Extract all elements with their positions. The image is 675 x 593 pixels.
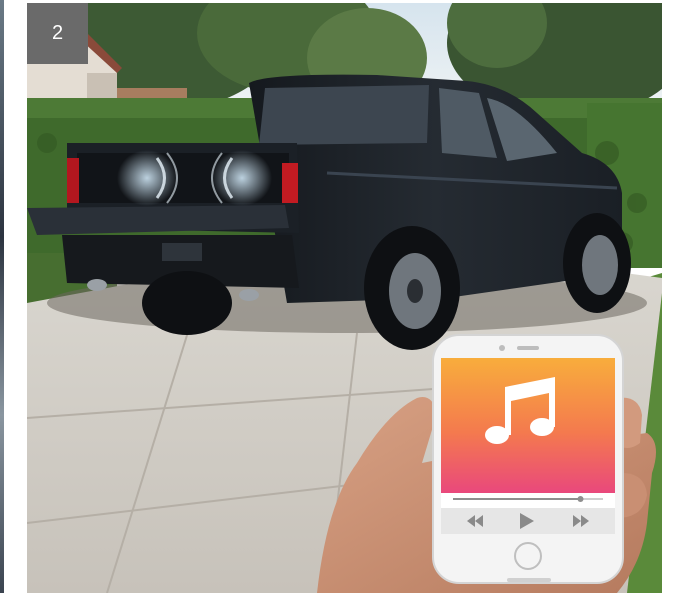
figure-number-badge: 2 (27, 3, 88, 64)
phone-screen (441, 358, 615, 493)
figure-stage: 2 (0, 0, 675, 593)
truck-audio-photo (27, 3, 662, 593)
home-button[interactable] (514, 542, 542, 570)
smartphone-icon (432, 334, 624, 584)
figure-number: 2 (51, 22, 64, 44)
left-edge-strip (0, 0, 4, 593)
